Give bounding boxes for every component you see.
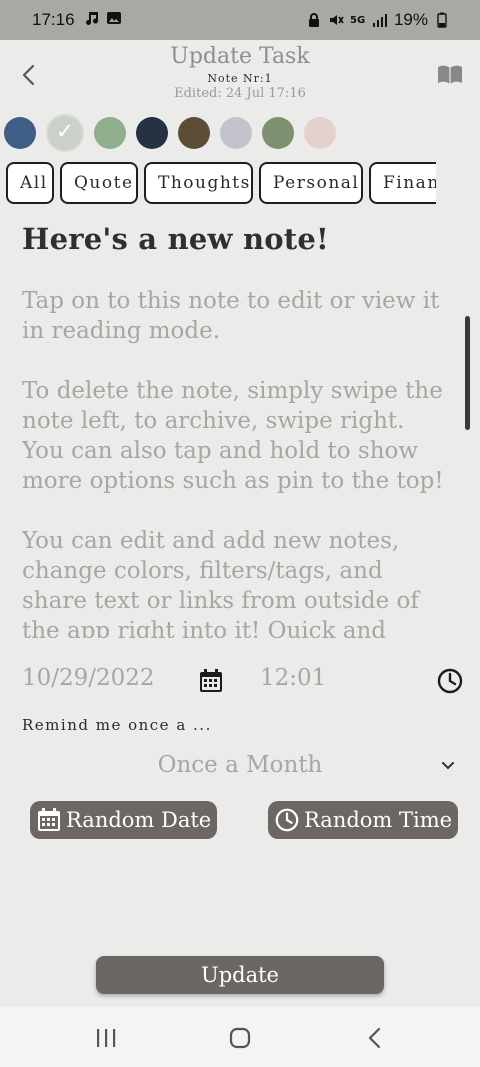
recent-apps-icon[interactable]: [92, 1025, 120, 1051]
reminder-date[interactable]: 10/29/2022: [22, 665, 155, 691]
color-swatch[interactable]: [4, 117, 36, 149]
tag-financ[interactable]: Financ: [369, 162, 436, 204]
music-note-icon: [86, 12, 99, 25]
color-swatch[interactable]: [262, 117, 294, 149]
checkmark-icon: ✓: [55, 119, 75, 145]
color-swatch[interactable]: ✓: [46, 114, 84, 152]
note-title[interactable]: Here's a new note!: [22, 222, 329, 256]
tag-personal[interactable]: Personal: [259, 162, 363, 204]
calendar-icon[interactable]: [198, 668, 224, 694]
gallery-icon: [107, 12, 121, 24]
lock-icon: [308, 13, 319, 27]
app-header: Update Task Note Nr:1 Edited: 24 Jul 17:…: [0, 40, 480, 112]
status-time: 17:16: [32, 10, 75, 29]
signal-icon: [372, 14, 387, 27]
status-bar: 17:16 5G 19%: [0, 0, 480, 40]
battery-icon: [437, 12, 447, 28]
frequency-dropdown[interactable]: Once a Month: [0, 750, 480, 784]
random-date-button[interactable]: Random Date: [30, 801, 218, 839]
color-swatch[interactable]: [304, 117, 336, 149]
system-nav-bar: [0, 1007, 480, 1067]
color-swatch[interactable]: [220, 117, 252, 149]
tag-all[interactable]: All: [6, 162, 54, 204]
system-back-icon[interactable]: [362, 1025, 390, 1051]
reading-mode-book-icon[interactable]: [436, 62, 464, 88]
svg-text:5G: 5G: [350, 15, 365, 26]
tag-quote[interactable]: Quote: [60, 162, 138, 204]
random-date-label: Random Date: [66, 808, 212, 832]
chevron-down-icon: [442, 762, 454, 770]
reminder-time[interactable]: 12:01: [260, 665, 326, 691]
clock-icon: [275, 808, 299, 832]
remind-label: Remind me once a ...: [22, 716, 212, 734]
note-number: Note Nr:1: [207, 72, 273, 85]
clock-icon[interactable]: [436, 667, 464, 695]
color-swatch[interactable]: [178, 117, 210, 149]
tag-filter-row: AllQuoteThoughtsPersonalFinanc: [0, 162, 436, 206]
random-time-label: Random Time: [304, 808, 453, 832]
frequency-value: Once a Month: [157, 752, 323, 778]
note-body[interactable]: Tap on to this note to edit or view it i…: [22, 286, 452, 638]
home-icon[interactable]: [226, 1025, 254, 1051]
mute-icon: [329, 15, 344, 25]
update-button[interactable]: Update: [96, 956, 384, 994]
color-picker: ✓: [4, 114, 336, 152]
random-time-button[interactable]: Random Time: [268, 801, 459, 839]
tag-thoughts[interactable]: Thoughts: [144, 162, 253, 204]
calendar-icon: [38, 808, 60, 831]
color-swatch[interactable]: [136, 117, 168, 149]
page-title: Update Task: [170, 44, 310, 69]
battery-percent: 19%: [393, 10, 428, 29]
color-swatch[interactable]: [94, 117, 126, 149]
scrollbar-thumb[interactable]: [465, 316, 470, 430]
edited-timestamp: Edited: 24 Jul 17:16: [174, 86, 306, 101]
5g-icon: 5G: [350, 15, 365, 26]
